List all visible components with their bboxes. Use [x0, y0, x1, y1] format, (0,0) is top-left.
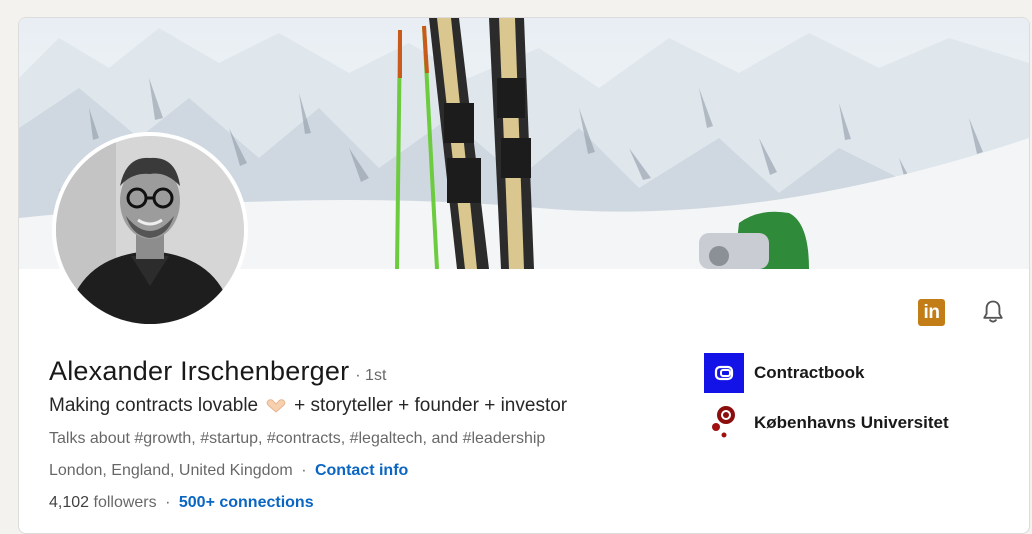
profile-location: London, England, United Kingdom: [49, 462, 293, 479]
talks-about: Talks about #growth, #startup, #contract…: [49, 430, 546, 447]
followers-label: followers: [93, 494, 157, 511]
connection-degree: · 1st: [355, 367, 387, 384]
university-seal-logo-icon: [704, 403, 744, 443]
contractbook-logo-icon: [704, 353, 744, 393]
education-item[interactable]: Københavns Universitet: [704, 403, 949, 443]
headline-text-start: Making contracts lovable: [49, 395, 259, 416]
separator-dot: ·: [165, 494, 171, 511]
profile-avatar[interactable]: [52, 132, 248, 328]
profile-name-row: Alexander Irschenberger · 1st: [49, 356, 386, 387]
school-name: Københavns Universitet: [754, 413, 949, 432]
profile-card: in Alexander Irschenberger · 1st Making …: [18, 17, 1030, 534]
avatar-photo: [56, 136, 244, 324]
contact-info-link[interactable]: Contact info: [315, 462, 408, 479]
experience-education-list: Contractbook Københavns Universitet: [704, 353, 949, 453]
profile-headline: Making contracts lovable + storyteller +…: [49, 395, 567, 417]
current-company-item[interactable]: Contractbook: [704, 353, 949, 393]
headline-text-end: + storyteller + founder + investor: [294, 395, 568, 416]
company-name: Contractbook: [754, 363, 865, 382]
connections-link[interactable]: 500+ connections: [179, 494, 314, 511]
notification-bell-icon[interactable]: [979, 298, 1007, 326]
profile-name: Alexander Irschenberger: [49, 356, 350, 386]
profile-top-actions: in: [918, 298, 1007, 326]
location-row: London, England, United Kingdom · Contac…: [49, 462, 408, 480]
heart-hands-emoji-icon: [266, 398, 286, 414]
network-stats-row: 4,102 followers · 500+ connections: [49, 494, 314, 512]
followers-count: 4,102: [49, 494, 90, 511]
linkedin-premium-badge[interactable]: in: [918, 298, 945, 326]
separator-dot: ·: [301, 462, 307, 479]
